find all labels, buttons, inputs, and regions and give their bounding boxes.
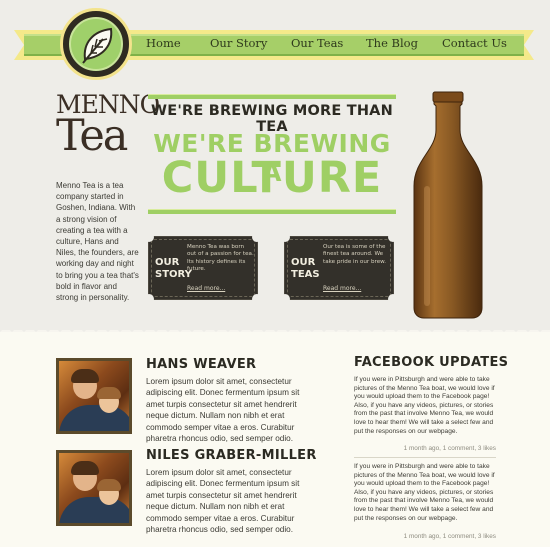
facebook-post: If you were in Pittsburgh and were able … [354,463,495,522]
leaf-circle [69,17,123,71]
ribbon-tail-right [524,30,534,60]
person-name-niles: NILES GRABER-MILLER [146,448,317,463]
read-more-link[interactable]: Read more... [187,285,225,292]
ribbon-tail-left [14,30,24,60]
nav-our-teas-link[interactable]: Our Teas [291,36,343,50]
facebook-post-meta[interactable]: 1 month ago, 1 comment, 3 likes [354,533,496,540]
facebook-divider [354,457,496,458]
nav-contact-link[interactable]: Contact Us [442,36,507,50]
photo-hans-weaver [56,358,132,434]
logo-badge[interactable] [60,8,132,80]
nav-home-link[interactable]: Home [146,36,181,50]
leaf-icon [82,27,113,64]
logo-line-tea: Tea [56,111,128,161]
facebook-updates-title: FACEBOOK UPDATES [354,355,509,370]
ticket-notch [144,294,154,304]
ticket-notch [252,232,262,242]
ticket-notch [280,232,290,242]
ticket-description: Our tea is some of the finest tea around… [323,244,386,265]
tea-bottle-image [413,91,483,319]
ticket-notch [252,294,262,304]
nav-our-story-link[interactable]: Our Story [210,36,267,50]
ticket-notch [144,232,154,242]
intro-text: Menno Tea is a tea company started in Go… [56,181,139,303]
photo-niles-graber-miller [56,450,132,526]
ticket-label-line1: OUR [291,257,316,268]
facebook-post: If you were in Pittsburgh and were able … [354,376,495,435]
nav-blog-link[interactable]: The Blog [366,36,418,50]
person-name-hans: HANS WEAVER [146,357,257,372]
headline-rule-bottom [148,209,396,214]
logo-wordmark[interactable]: MENNO Tea [56,92,160,172]
headline-line-3: CULTURE [161,153,383,203]
ticket-our-teas[interactable]: OUR TEAS Our tea is some of the finest t… [280,232,398,304]
ticket-label: OUR TEAS [291,257,320,281]
ticket-description: Menno Tea was born out of a passion for … [187,244,254,273]
headline-rule-top [148,94,396,99]
ticket-notch [388,232,398,242]
main-nav: Home Our Story Our Teas The Blog Contact… [140,36,520,54]
read-more-link[interactable]: Read more... [323,285,361,292]
ticket-label-line2: TEAS [291,269,320,280]
person-bio-niles: Lorem ipsum dolor sit amet, consectetur … [146,468,300,535]
facebook-post-meta[interactable]: 1 month ago, 1 comment, 3 likes [354,445,496,452]
person-bio-hans: Lorem ipsum dolor sit amet, consectetur … [146,377,300,444]
ticket-notch [388,294,398,304]
ticket-notch [280,294,290,304]
ticket-our-story[interactable]: OUR STORY Menno Tea was born out of a pa… [144,232,262,304]
